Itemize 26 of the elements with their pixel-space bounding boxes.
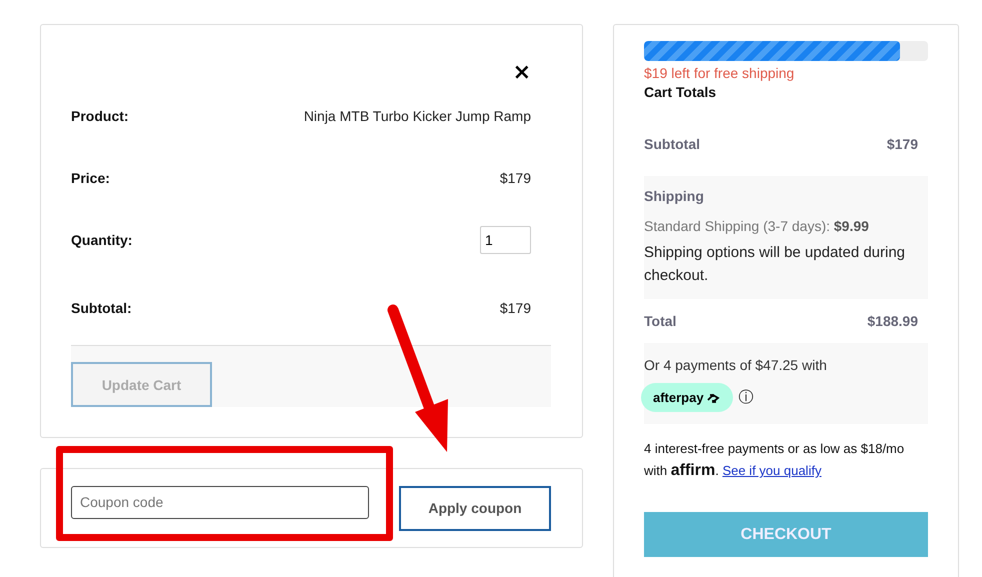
shipping-label: Shipping bbox=[644, 188, 705, 204]
shipping-method: Standard Shipping (3-7 days): $9.99 bbox=[644, 218, 870, 234]
total-value: $188.99 bbox=[867, 313, 918, 329]
row-label: Price: bbox=[71, 170, 110, 186]
row-label: Quantity: bbox=[71, 232, 132, 248]
loop-arrow-icon bbox=[704, 392, 721, 404]
row-label: Subtotal: bbox=[71, 300, 132, 316]
coupon-field[interactable]: Coupon code bbox=[71, 486, 369, 518]
total-label: Total bbox=[644, 313, 676, 329]
close-button[interactable]: × bbox=[512, 61, 531, 85]
row-value: $179 bbox=[500, 300, 531, 316]
quantity-field[interactable]: 1 bbox=[480, 226, 531, 254]
row-value: Ninja MTB Turbo Kicker Jump Ramp bbox=[304, 108, 531, 124]
row-label: Product: bbox=[71, 108, 129, 124]
cart-totals-title: Cart Totals bbox=[644, 84, 718, 100]
info-icon[interactable]: ⓘ bbox=[738, 388, 754, 407]
qualify-link[interactable]: See if you qualify bbox=[722, 463, 822, 478]
row-value: $179 bbox=[500, 170, 531, 186]
afterpay-message: Or 4 payments of $47.25 with bbox=[644, 357, 828, 373]
affirm-message: 4 interest-free payments or as low as $18/mo with affirm. See if you qualify bbox=[644, 440, 906, 481]
afterpay-badge[interactable]: afterpay bbox=[641, 383, 733, 412]
subtotal-value: $179 bbox=[886, 136, 918, 154]
shipping-note: Shipping options will be updated during checkout. bbox=[644, 243, 906, 286]
subtotal-label: Subtotal bbox=[644, 136, 700, 154]
free-shipping-message: $19 left for free shipping bbox=[644, 65, 796, 81]
apply-coupon-button[interactable]: Apply coupon bbox=[399, 486, 551, 530]
